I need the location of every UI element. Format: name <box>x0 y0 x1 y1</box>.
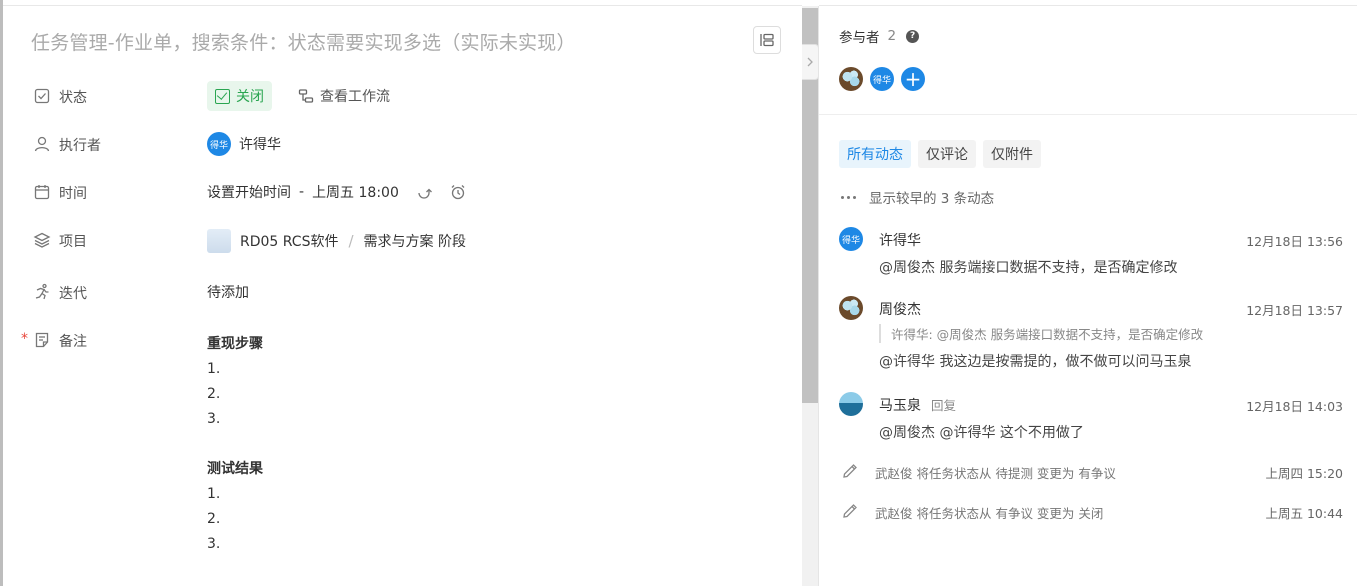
field-label: 项目 <box>59 234 87 250</box>
divider <box>819 114 1357 115</box>
comment-text: @周俊杰 服务端接口数据不支持，是否确定修改 <box>879 260 1178 276</box>
note-icon <box>35 332 49 348</box>
field-label: 状态 <box>59 90 87 106</box>
log-text: 武赵俊 将任务状态从 待提测 变更为 有争议 <box>875 466 1116 481</box>
reply-tag: 回复 <box>931 398 957 413</box>
check-box-icon <box>215 88 230 104</box>
comment-time: 12月18日 13:57 <box>1246 303 1343 318</box>
quoted-comment: 许得华: @周俊杰 服务端接口数据不支持，是否确定修改 <box>879 324 1203 343</box>
assignee-name: 许得华 <box>239 137 281 153</box>
workflow-icon <box>298 89 314 103</box>
list-item: 3. <box>207 411 221 427</box>
avatar: 得华 <box>207 132 231 156</box>
layout-toggle-button[interactable] <box>753 26 781 54</box>
help-icon[interactable]: ? <box>906 29 920 43</box>
list-item: 2. <box>207 511 221 527</box>
layout-icon <box>760 33 774 47</box>
alarm-clock-icon[interactable] <box>449 183 467 201</box>
field-label: 备注 <box>59 334 87 350</box>
running-person-icon <box>35 283 49 300</box>
tab-comments-only[interactable]: 仅评论 <box>918 140 976 168</box>
field-time: 时间 设置开始时间 - 上周五 18:00 <box>3 177 802 207</box>
comment-text: @许得华 我这边是按需提的，做不做可以问马玉泉 <box>879 354 1192 370</box>
field-label: 迭代 <box>59 286 87 302</box>
field-notes: * 备注 <box>3 325 802 355</box>
task-detail-window: 任务管理-作业单，搜索条件：状态需要实现多选（实际未实现） 状态 关闭 查看工作… <box>0 0 1357 586</box>
activity-log-item: 武赵俊 将任务状态从 有争议 变更为 关闭 上周五 10:44 <box>841 501 1343 521</box>
avatar[interactable] <box>839 296 863 320</box>
field-project: 项目 RD05 RCS软件 / 需求与方案 阶段 <box>3 225 802 255</box>
start-time-placeholder[interactable]: 设置开始时间 <box>207 182 291 202</box>
iteration-value[interactable]: 待添加 <box>207 277 249 307</box>
activity-tabs: 所有动态 仅评论 仅附件 <box>839 140 1048 168</box>
add-participant-button[interactable]: + <box>901 67 925 91</box>
field-label: 时间 <box>59 186 87 202</box>
end-time[interactable]: 上周五 18:00 <box>312 182 399 202</box>
more-dots-icon <box>841 195 859 199</box>
collapse-panel-button[interactable] <box>802 44 819 80</box>
participants-label: 参与者 <box>839 30 880 46</box>
field-assignee: 执行者 得华 许得华 <box>3 129 802 159</box>
show-earlier-label: 显示较早的 3 条动态 <box>869 191 995 207</box>
project-name[interactable]: RD05 RCS软件 <box>240 231 338 251</box>
calendar-icon <box>34 185 50 200</box>
list-item: 1. <box>207 361 221 377</box>
comment-author[interactable]: 许得华 <box>879 230 921 250</box>
edit-pencil-icon <box>843 504 857 518</box>
task-title[interactable]: 任务管理-作业单，搜索条件：状态需要实现多选（实际未实现） <box>31 28 576 55</box>
tab-attachments-only[interactable]: 仅附件 <box>983 140 1041 168</box>
avatar[interactable]: 得华 <box>870 67 894 91</box>
notes-heading: 测试结果 <box>207 461 263 477</box>
activity-log-item: 武赵俊 将任务状态从 待提测 变更为 有争议 上周四 15:20 <box>841 461 1343 481</box>
activity-pane: 参与者 2 ? 得华 + 所有动态 仅评论 仅附件 显示较早的 3 条动态 得华… <box>819 6 1357 586</box>
list-item: 1. <box>207 486 221 502</box>
log-time: 上周四 15:20 <box>1265 466 1344 481</box>
field-label: 执行者 <box>59 138 101 154</box>
log-text: 武赵俊 将任务状态从 有争议 变更为 关闭 <box>875 506 1104 521</box>
checkbox-icon <box>34 88 50 104</box>
log-time: 上周五 10:44 <box>1265 506 1344 521</box>
assignee-value[interactable]: 得华 许得华 <box>207 129 281 159</box>
required-mark: * <box>21 331 28 347</box>
list-item: 3. <box>207 536 221 552</box>
comment-author-row: 马玉泉 回复 <box>879 395 956 415</box>
layers-icon <box>33 232 51 248</box>
participants-count: 2 <box>887 28 897 44</box>
tab-all-activity[interactable]: 所有动态 <box>839 140 911 168</box>
comment-time: 12月18日 13:56 <box>1246 234 1343 249</box>
edit-pencil-icon <box>843 464 857 478</box>
view-workflow-link[interactable]: 查看工作流 <box>298 86 390 106</box>
comment-time: 12月18日 14:03 <box>1246 399 1343 414</box>
avatar[interactable] <box>839 392 863 416</box>
task-detail-pane: 任务管理-作业单，搜索条件：状态需要实现多选（实际未实现） 状态 关闭 查看工作… <box>3 6 802 586</box>
status-value: 关闭 <box>236 89 264 105</box>
chevron-right-icon <box>807 57 813 67</box>
field-status: 状态 关闭 查看工作流 <box>3 81 802 111</box>
time-separator: - <box>299 184 305 200</box>
breadcrumb-separator: / <box>348 232 354 250</box>
notes-heading: 重现步骤 <box>207 336 263 352</box>
field-iteration: 迭代 待添加 <box>3 277 802 307</box>
avatar[interactable] <box>839 67 863 91</box>
workflow-link-label: 查看工作流 <box>320 89 390 105</box>
show-earlier-button[interactable]: 显示较早的 3 条动态 <box>841 187 994 207</box>
repeat-icon[interactable] <box>415 183 433 201</box>
participants-list: 得华 + <box>839 67 925 91</box>
user-icon <box>34 136 50 152</box>
list-item: 2. <box>207 386 221 402</box>
comment-text: @周俊杰 @许得华 这个不用做了 <box>879 425 1084 441</box>
avatar[interactable]: 得华 <box>839 227 863 251</box>
status-badge[interactable]: 关闭 <box>207 81 272 111</box>
comment-author[interactable]: 周俊杰 <box>879 299 921 319</box>
project-thumbnail <box>207 229 231 253</box>
participants-header: 参与者 2 ? <box>839 26 920 46</box>
project-stage[interactable]: 需求与方案 阶段 <box>364 231 466 251</box>
notes-content[interactable]: 重现步骤 1. 2. 3. 测试结果 1. 2. 3. <box>207 332 263 557</box>
comment-author[interactable]: 马玉泉 <box>879 398 921 414</box>
